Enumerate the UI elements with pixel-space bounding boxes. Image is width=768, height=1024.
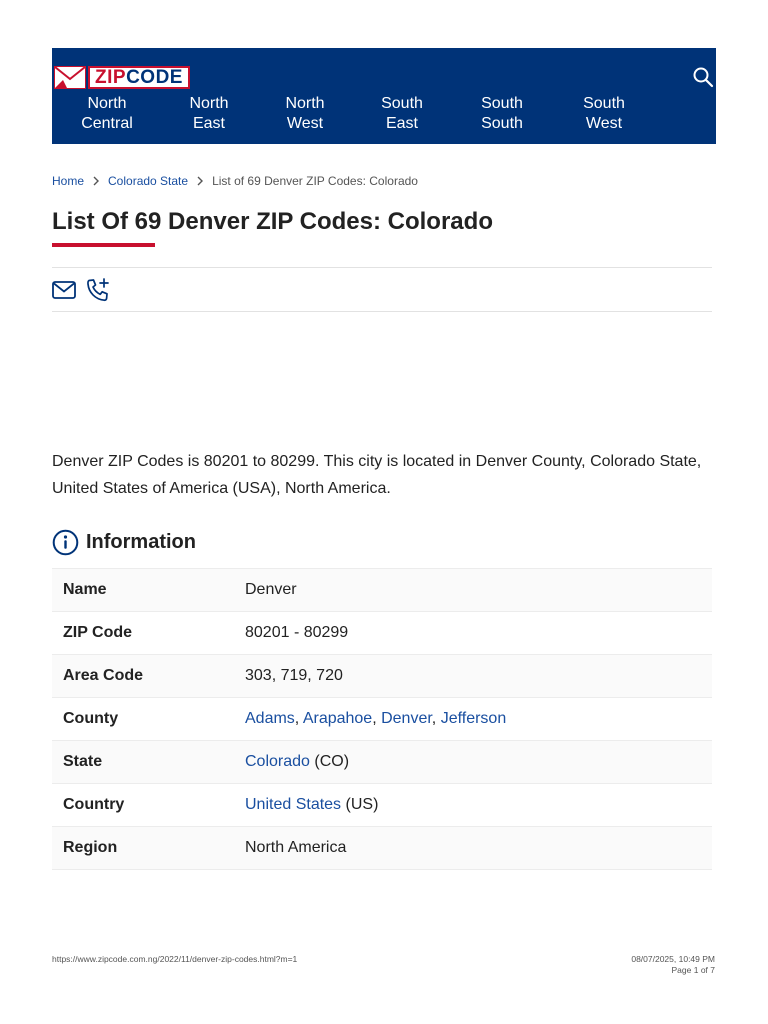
phone-call-icon[interactable] — [85, 277, 111, 303]
country-link[interactable]: United States — [245, 796, 341, 813]
table-row: ZIP Code 80201 - 80299 — [52, 612, 712, 655]
county-link-adams[interactable]: Adams — [245, 710, 295, 727]
envelope-logo-icon — [54, 66, 86, 89]
row-label: Country — [63, 796, 125, 813]
row-label: County — [63, 710, 119, 727]
table-row: Area Code 303, 719, 720 — [52, 655, 712, 698]
share-divider-bottom — [52, 311, 712, 312]
site-logo[interactable]: ZIP CODE — [54, 66, 190, 89]
row-value: Colorado (CO) — [245, 753, 350, 770]
chevron-right-icon — [93, 176, 100, 186]
nav-north-central[interactable]: North Central — [67, 94, 147, 134]
information-table: Name Denver ZIP Code 80201 - 80299 Area … — [52, 568, 712, 870]
chevron-right-icon — [197, 176, 204, 186]
logo-text-code: CODE — [126, 67, 183, 88]
row-value: Denver — [245, 581, 297, 598]
row-label: Name — [63, 581, 107, 598]
title-underline — [52, 243, 155, 247]
site-header: ZIP CODE North Central North East North W… — [52, 48, 716, 144]
county-link-denver[interactable]: Denver — [381, 710, 432, 727]
row-label: Region — [63, 839, 118, 856]
state-link[interactable]: Colorado — [245, 753, 310, 770]
logo-text-zip: ZIP — [95, 67, 127, 88]
table-row: County Adams, Arapahoe, Denver, Jefferso… — [52, 698, 712, 741]
mail-icon[interactable] — [52, 279, 76, 301]
breadcrumb-current: List of 69 Denver ZIP Codes: Colorado — [212, 174, 418, 188]
row-value: United States (US) — [245, 796, 379, 813]
row-value: 303, 719, 720 — [245, 667, 343, 684]
info-icon — [52, 529, 79, 556]
row-label: State — [63, 753, 103, 770]
share-divider-top — [52, 267, 712, 268]
search-icon[interactable] — [692, 66, 714, 88]
nav-north-west[interactable]: North West — [265, 94, 345, 134]
footer-datetime: 08/07/2025, 10:49 PM — [631, 954, 715, 964]
breadcrumb-state[interactable]: Colorado State — [108, 173, 188, 189]
table-row: Country United States (US) — [52, 784, 712, 827]
row-label: ZIP Code — [63, 624, 133, 641]
breadcrumb: Home Colorado State List of 69 Denver ZI… — [52, 173, 418, 189]
footer-page-number: Page 1 of 7 — [671, 965, 715, 975]
intro-paragraph: Denver ZIP Codes is 80201 to 80299. This… — [52, 453, 702, 497]
county-link-jefferson[interactable]: Jefferson — [441, 710, 507, 727]
nav-north-east[interactable]: North East — [169, 94, 249, 134]
information-heading: Information — [52, 529, 196, 556]
information-title: Information — [86, 531, 196, 553]
county-link-arapahoe[interactable]: Arapahoe — [303, 710, 372, 727]
nav-south-south[interactable]: South South — [462, 94, 542, 134]
row-value: Adams, Arapahoe, Denver, Jefferson — [245, 710, 507, 727]
row-value: 80201 - 80299 — [245, 624, 349, 641]
row-value: North America — [245, 839, 347, 856]
footer-url: https://www.zipcode.com.ng/2022/11/denve… — [52, 954, 298, 964]
footer-meta: 08/07/2025, 10:49 PM Page 1 of 7 — [631, 954, 715, 976]
nav-south-east[interactable]: South East — [362, 94, 442, 134]
table-row: State Colorado (CO) — [52, 741, 712, 784]
table-row: Name Denver — [52, 569, 712, 612]
breadcrumb-home[interactable]: Home — [52, 173, 84, 189]
table-row: Region North America — [52, 827, 712, 870]
page-title: List Of 69 Denver ZIP Codes: Colorado — [52, 208, 493, 235]
nav-south-west[interactable]: South West — [564, 94, 644, 134]
row-label: Area Code — [63, 667, 144, 684]
